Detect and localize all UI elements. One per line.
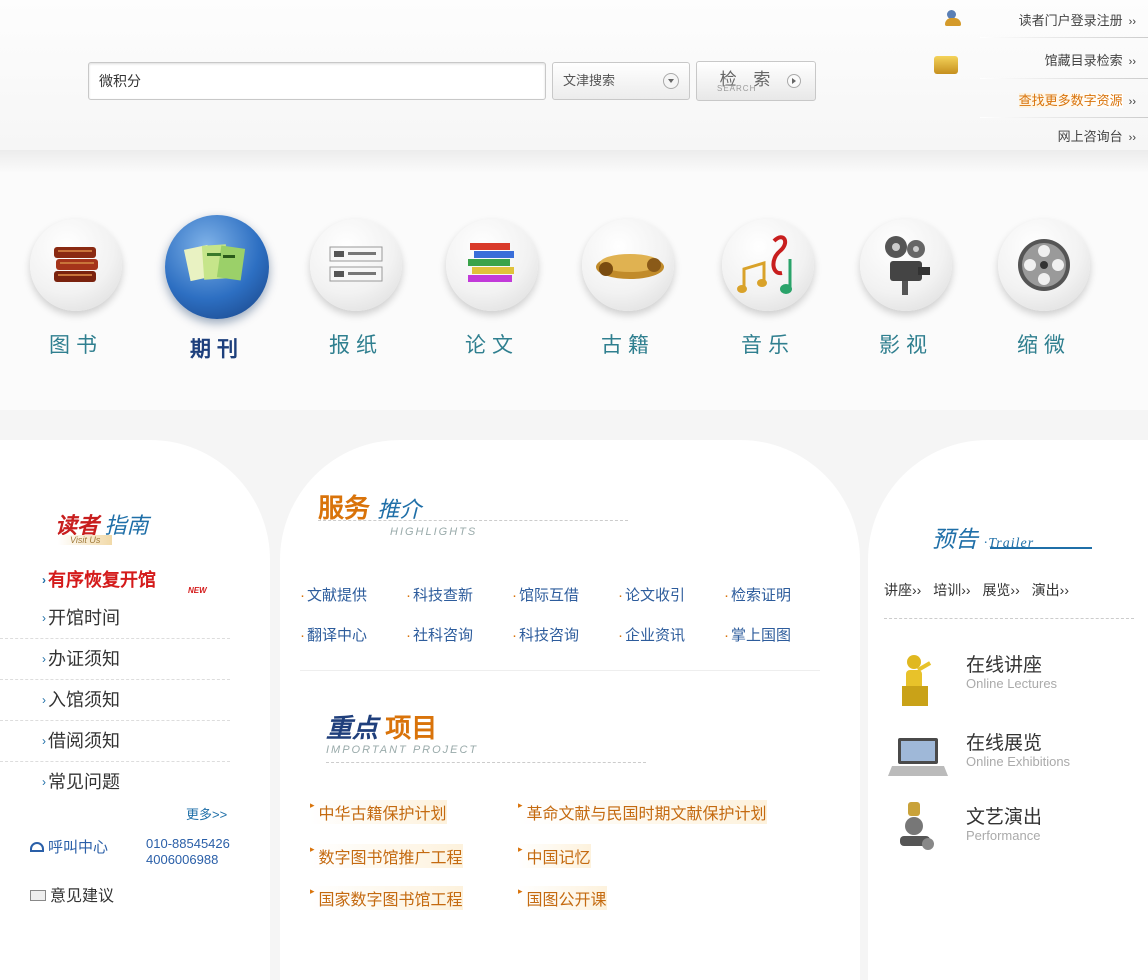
nav-item-papers[interactable]: 论文 — [432, 205, 552, 359]
nav-item-books[interactable]: 图书 — [16, 205, 136, 359]
chevron-down-icon — [663, 73, 679, 89]
nav-item-ancient-books[interactable]: 古籍 — [568, 205, 688, 359]
nav-label: 论文 — [465, 334, 519, 357]
nav-label: 报纸 — [329, 334, 383, 357]
journals-icon — [165, 215, 269, 319]
search-button[interactable]: 检 索 SEARCH — [696, 61, 816, 101]
papers-icon — [446, 219, 538, 311]
nav-label: 古籍 — [601, 334, 655, 357]
call-center: 呼叫中心 010-88545426 4006006988 — [30, 836, 230, 867]
menu-item-borrowing-notice[interactable]: 借阅须知 — [0, 721, 230, 762]
project-link[interactable]: 中华古籍保护计划 — [310, 800, 447, 824]
menu-item-reopening[interactable]: 有序恢复开馆NEW — [0, 560, 230, 600]
service-link[interactable]: 社科咨询 — [406, 624, 473, 645]
laptop-icon — [888, 738, 948, 776]
divider — [980, 37, 1148, 38]
trailer-link-training[interactable]: 培训›› — [933, 582, 970, 598]
nav-item-journals[interactable]: 期刊 — [157, 205, 277, 363]
service-link[interactable]: 文献提供 — [300, 584, 367, 605]
search-scope-label: 文津搜索 — [563, 73, 616, 88]
service-link[interactable]: 科技咨询 — [512, 624, 579, 645]
scrolls-icon — [582, 219, 674, 311]
catalog-icon — [934, 56, 958, 74]
nav-item-film[interactable]: 影视 — [846, 205, 966, 359]
nav-label: 期刊 — [190, 338, 244, 361]
project-link[interactable]: 革命文献与民国时期文献保护计划 — [518, 800, 767, 824]
service-link[interactable]: 掌上国图 — [724, 624, 791, 645]
more-link[interactable]: 更多>> — [186, 804, 227, 823]
projects-en: IMPORTANT PROJECT — [326, 744, 479, 756]
trailer-link-performances[interactable]: 演出›› — [1032, 582, 1069, 598]
film-reel-icon — [998, 219, 1090, 311]
readers-icon — [945, 10, 963, 26]
service-link[interactable]: 科技查新 — [406, 584, 473, 605]
reader-guide-menu: 有序恢复开馆NEW 开馆时间 办证须知 入馆须知 借阅须知 常见问题 — [0, 560, 230, 803]
trailer-links: 讲座›› 培训›› 展览›› 演出›› — [884, 580, 1077, 600]
envelope-icon — [30, 890, 46, 901]
nav-item-newspapers[interactable]: 报纸 — [296, 205, 416, 359]
nav-item-microfilm[interactable]: 缩微 — [984, 205, 1104, 359]
service-link[interactable]: 检索证明 — [724, 584, 791, 605]
search-input[interactable] — [88, 62, 546, 100]
menu-item-card-application[interactable]: 办证须知 — [0, 639, 230, 680]
divider — [326, 762, 646, 763]
menu-item-faq[interactable]: 常见问题 — [0, 762, 230, 803]
resource-nav: 图书 期刊 报纸 论文 古籍 音乐 影视 缩微 — [0, 205, 1148, 375]
nav-label: 音乐 — [741, 334, 795, 357]
nav-label: 图书 — [49, 334, 103, 357]
project-link[interactable]: 中国记忆 — [518, 844, 591, 868]
projects-title: 重点 项目 — [326, 713, 438, 743]
divider — [980, 117, 1148, 118]
divider — [884, 618, 1134, 619]
more-digital-resources-link[interactable]: 查找更多数字资源 ›› — [1018, 88, 1136, 114]
lecturer-icon — [902, 655, 932, 706]
search-button-en: SEARCH — [717, 84, 757, 93]
service-link[interactable]: 翻译中心 — [300, 624, 367, 645]
services-en: HIGHLIGHTS — [390, 526, 478, 538]
online-reference-link[interactable]: 网上咨询台 ›› — [1058, 124, 1136, 150]
divider — [318, 520, 628, 521]
books-icon — [30, 219, 122, 311]
hotline-numbers: 010-88545426 4006006988 — [146, 836, 230, 867]
feedback-link[interactable]: 意见建议 — [30, 882, 114, 906]
service-link[interactable]: 馆际互借 — [512, 584, 579, 605]
performance-link[interactable]: 文艺演出 Performance — [880, 800, 1140, 862]
menu-item-entry-notice[interactable]: 入馆须知 — [0, 680, 230, 721]
project-link[interactable]: 国图公开课 — [518, 886, 607, 910]
service-link[interactable]: 企业资讯 — [618, 624, 685, 645]
phone-icon — [30, 842, 44, 852]
trailer-link-lectures[interactable]: 讲座›› — [884, 582, 921, 598]
divider — [980, 78, 1148, 79]
online-lectures-link[interactable]: 在线讲座 Online Lectures — [880, 648, 1140, 710]
search-scope-select[interactable]: 文津搜索 — [552, 62, 690, 100]
trailer-link-exhibitions[interactable]: 展览›› — [982, 582, 1019, 598]
divider — [300, 670, 820, 671]
music-icon — [722, 219, 814, 311]
newspaper-icon — [310, 219, 402, 311]
projector-icon — [860, 219, 952, 311]
arrow-right-icon — [787, 74, 801, 88]
project-link[interactable]: 数字图书馆推广工程 — [310, 844, 463, 868]
nav-item-music[interactable]: 音乐 — [708, 205, 828, 359]
reader-guide-subtitle: Visit Us — [58, 535, 113, 545]
catalog-search-link[interactable]: 馆藏目录检索 ›› — [1045, 48, 1136, 74]
reader-portal-link[interactable]: 读者门户登录注册 ›› — [1019, 8, 1136, 34]
performance-icon — [900, 802, 934, 850]
project-link[interactable]: 国家数字图书馆工程 — [310, 886, 463, 910]
nav-label: 缩微 — [1017, 334, 1071, 357]
service-link[interactable]: 论文收引 — [618, 584, 685, 605]
online-exhibitions-link[interactable]: 在线展览 Online Exhibitions — [880, 726, 1140, 788]
nav-label: 影视 — [879, 334, 933, 357]
menu-item-opening-hours[interactable]: 开馆时间 — [0, 598, 230, 639]
divider — [990, 547, 1092, 549]
